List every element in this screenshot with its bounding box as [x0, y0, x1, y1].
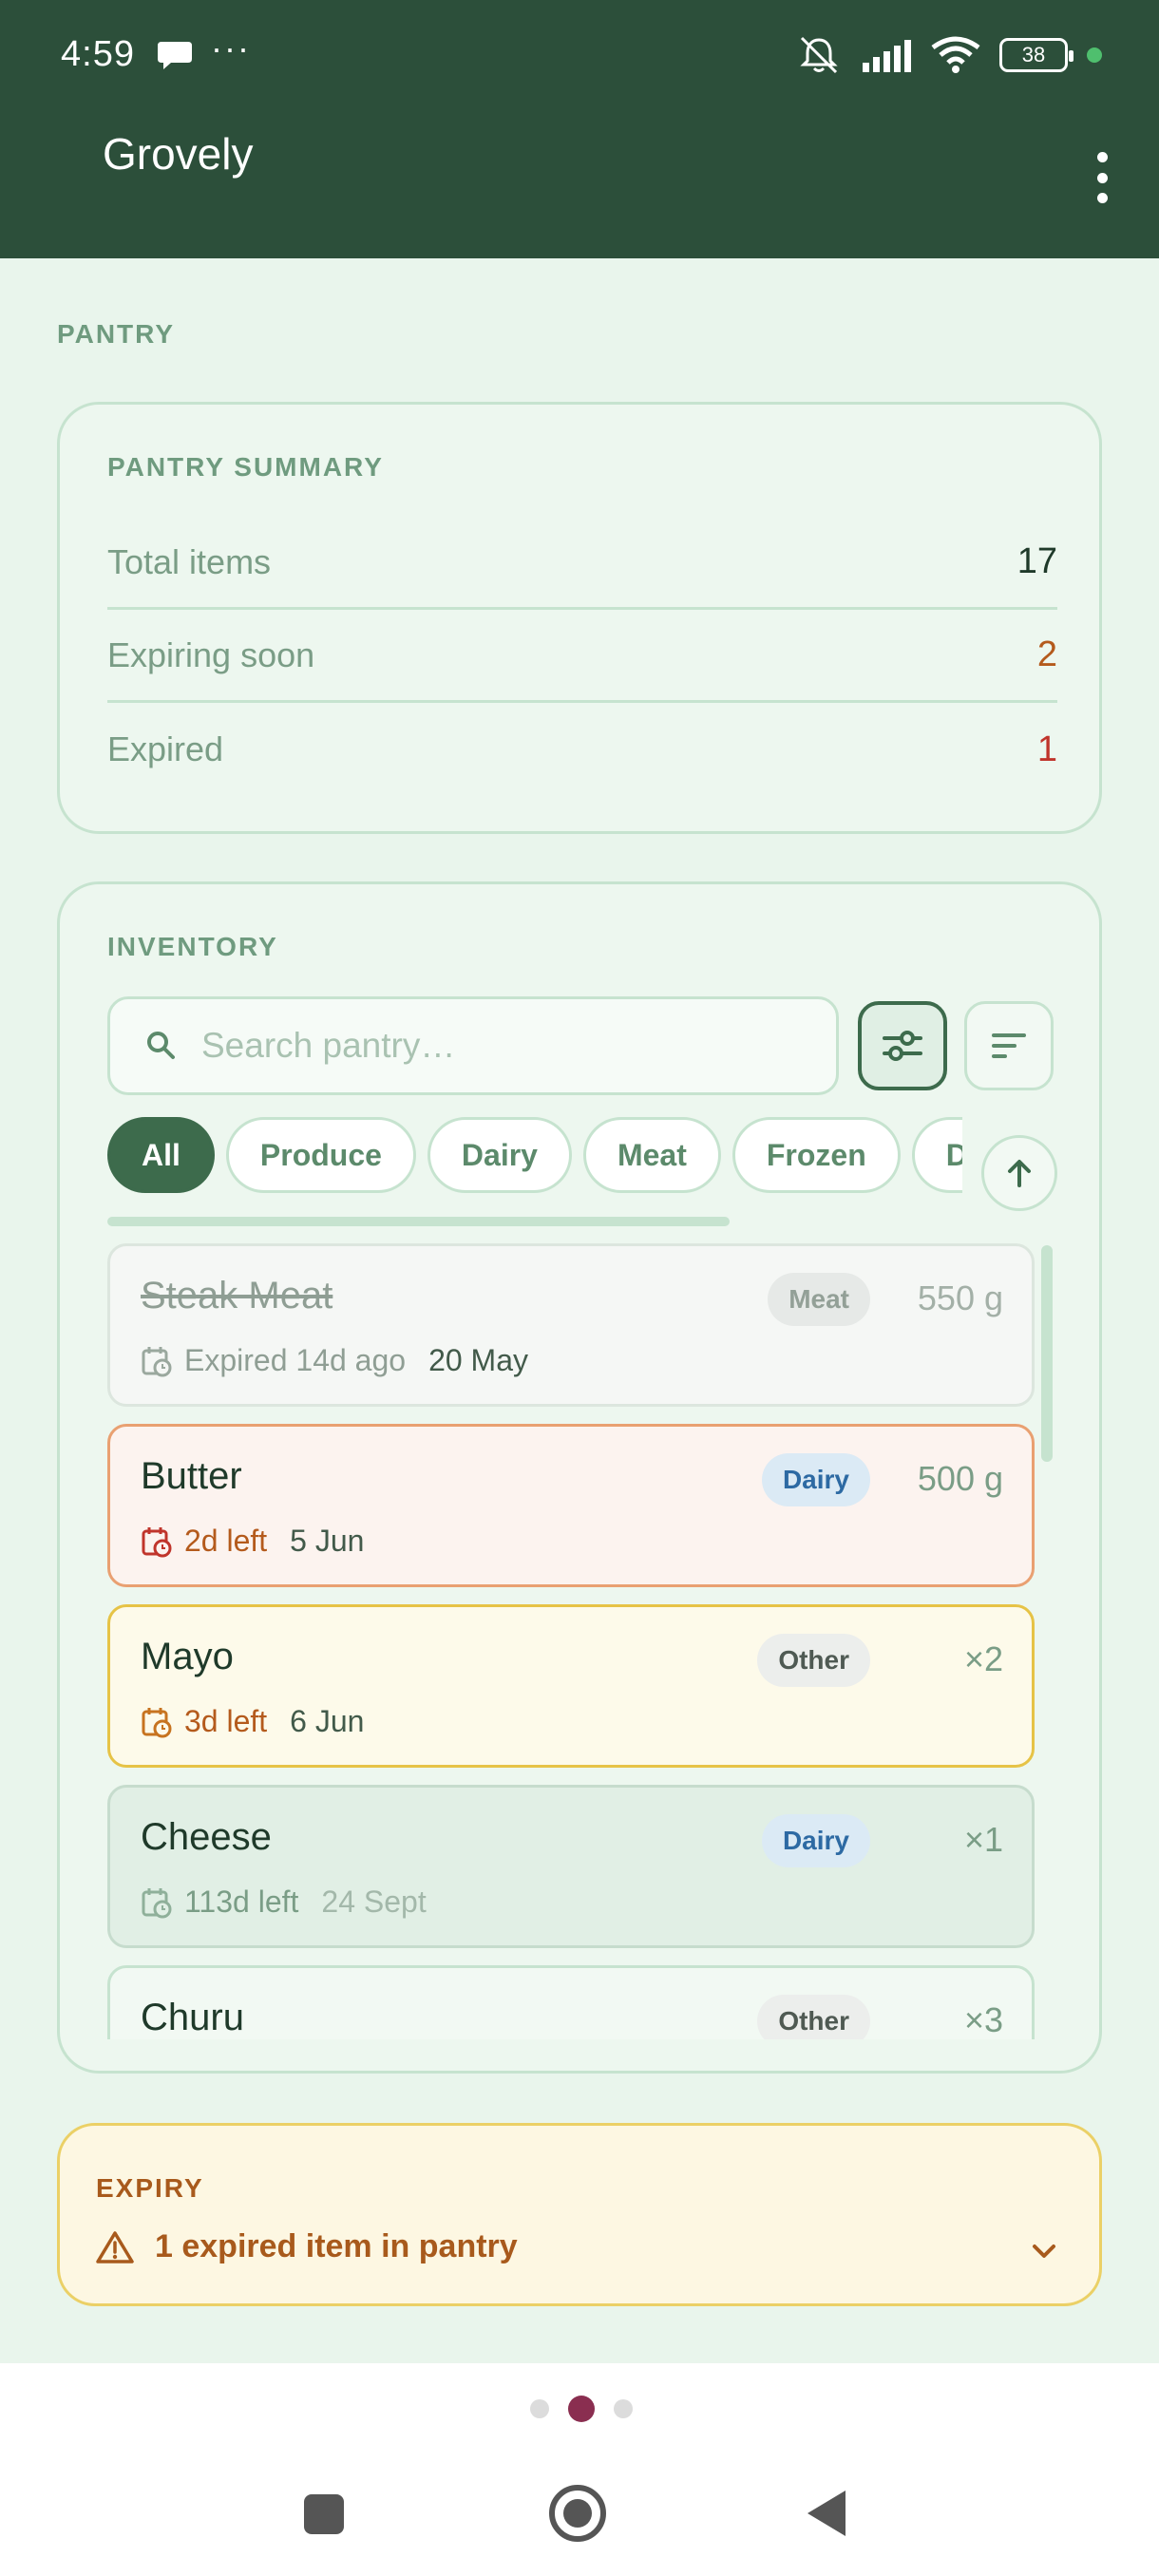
item-name: Mayo [141, 1636, 234, 1677]
privacy-indicator-dot [1087, 47, 1102, 63]
expiry-message: 1 expired item in pantry [96, 2228, 518, 2265]
back-button[interactable] [808, 2491, 846, 2536]
recents-button[interactable] [304, 2494, 344, 2534]
pantry-summary-card: PANTRY SUMMARY Total items 17 Expiring s… [57, 402, 1102, 834]
calendar-clock-icon [142, 1346, 172, 1376]
vibrate-mute-icon [800, 36, 838, 74]
item-quantity: ×3 [963, 2000, 1003, 2039]
item-expiry-meta: Expired 14d ago 20 May [141, 1343, 528, 1378]
list-item[interactable]: Steak Meat Meat 550 g Expired 14d ago 20… [107, 1243, 1035, 1407]
calendar-clock-icon [142, 1707, 172, 1737]
category-badge: Dairy [761, 1453, 870, 1506]
expiry-date: 20 May [428, 1343, 528, 1377]
summary-label: Expired [107, 729, 224, 768]
chip-produce[interactable]: Produce [225, 1117, 416, 1193]
search-icon [147, 1032, 175, 1059]
calendar-clock-icon [142, 1526, 172, 1557]
summary-row-expiring: Expiring soon 2 [107, 610, 1057, 703]
chevron-down-icon[interactable] [1031, 2242, 1057, 2261]
summary-value: 2 [1036, 635, 1057, 674]
list-item[interactable]: Butter Dairy 500 g 2d left 5 Jun [107, 1424, 1035, 1587]
item-quantity: 500 g [917, 1459, 1003, 1498]
expiry-relative: 113d left [184, 1885, 299, 1919]
chip-partial[interactable]: D [911, 1117, 962, 1193]
page-dot-active[interactable] [568, 2396, 595, 2422]
summary-value: 1 [1036, 729, 1057, 769]
summary-label: Expiring soon [107, 635, 315, 674]
overflow-menu-icon[interactable] [1092, 152, 1112, 203]
expiry-date: 5 Jun [290, 1524, 365, 1558]
item-quantity: ×1 [963, 1820, 1003, 1859]
app-title: Grovely [103, 129, 254, 179]
chip-meat[interactable]: Meat [582, 1117, 721, 1193]
summary-title: PANTRY SUMMARY [107, 452, 384, 482]
warning-icon [96, 2230, 134, 2263]
home-button[interactable] [549, 2485, 606, 2542]
expiry-relative: 2d left [184, 1524, 268, 1558]
chips-scrollbar[interactable] [107, 1217, 730, 1226]
item-expiry-meta: 3d left 6 Jun [141, 1704, 364, 1739]
status-time: 4:59 [61, 34, 135, 74]
summary-label: Total items [107, 541, 272, 581]
system-navigation-bar [0, 2477, 1159, 2553]
chip-frozen[interactable]: Frozen [732, 1117, 901, 1193]
expiry-relative: Expired 14d ago [184, 1343, 407, 1377]
inventory-card: INVENTORY AllProduceDairyMeatFrozenD [57, 881, 1102, 2074]
search-input[interactable] [201, 1026, 771, 1066]
wifi-icon [931, 36, 980, 73]
sort-button[interactable] [964, 1001, 1054, 1090]
page-indicator [530, 2396, 633, 2422]
battery-icon: 38 [999, 38, 1074, 72]
more-notifications-icon: ··· [211, 28, 251, 67]
page-dot[interactable] [614, 2399, 633, 2418]
category-badge: Dairy [761, 1814, 870, 1867]
sort-icon [992, 1033, 1026, 1058]
expiry-title: EXPIRY [96, 2173, 204, 2203]
system-bottom-area [0, 2363, 1159, 2576]
item-name: Churu [141, 1997, 244, 2038]
item-name: Cheese [141, 1816, 272, 1858]
item-expiry-meta: 2d left 5 Jun [141, 1524, 364, 1559]
category-badge: Meat [768, 1273, 870, 1326]
expiry-date: 24 Sept [321, 1885, 427, 1919]
inventory-title: INVENTORY [107, 932, 278, 961]
filter-button[interactable] [858, 1001, 947, 1090]
list-scrollbar[interactable] [1041, 1245, 1053, 1462]
summary-row-total: Total items 17 [107, 517, 1057, 610]
summary-row-expired: Expired 1 [107, 703, 1057, 796]
category-badge: Other [757, 1995, 870, 2039]
scroll-top-button[interactable] [981, 1135, 1057, 1211]
expiry-date: 6 Jun [290, 1704, 365, 1738]
summary-value: 17 [1016, 541, 1057, 581]
status-bar: 4:59 ··· 38 [0, 0, 1159, 114]
item-expiry-meta: 113d left 24 Sept [141, 1885, 427, 1920]
chip-all[interactable]: All [107, 1117, 215, 1193]
arrow-up-icon [1008, 1160, 1031, 1187]
item-quantity: ×2 [963, 1639, 1003, 1678]
inventory-list: Steak Meat Meat 550 g Expired 14d ago 20… [107, 1243, 1035, 2039]
page-dot[interactable] [530, 2399, 549, 2418]
filter-sliders-icon [883, 1031, 922, 1061]
item-name: Steak Meat [141, 1275, 333, 1316]
category-badge: Other [757, 1634, 870, 1687]
expiry-alert-card[interactable]: EXPIRY 1 expired item in pantry [57, 2123, 1102, 2306]
list-item[interactable]: Cheese Dairy ×1 113d left 24 Sept [107, 1785, 1035, 1948]
calendar-clock-icon [142, 1887, 172, 1918]
section-label: PANTRY [57, 319, 175, 349]
category-filter-chips: All Produce Dairy Meat Frozen D [107, 1117, 962, 1197]
list-item[interactable]: Mayo Other ×2 3d left 6 Jun [107, 1604, 1035, 1768]
expiry-message-text: 1 expired item in pantry [155, 2228, 518, 2264]
chat-notification-icon [158, 42, 192, 69]
item-name: Butter [141, 1455, 242, 1497]
chip-dairy[interactable]: Dairy [427, 1117, 572, 1193]
search-box[interactable] [107, 996, 839, 1095]
item-quantity: 550 g [917, 1279, 1003, 1317]
app-top-bar: 4:59 ··· 38 Grovely [0, 0, 1159, 258]
expiry-relative: 3d left [184, 1704, 268, 1738]
list-item[interactable]: Churu Other ×3 [107, 1965, 1035, 2039]
cell-signal-icon [863, 40, 911, 72]
